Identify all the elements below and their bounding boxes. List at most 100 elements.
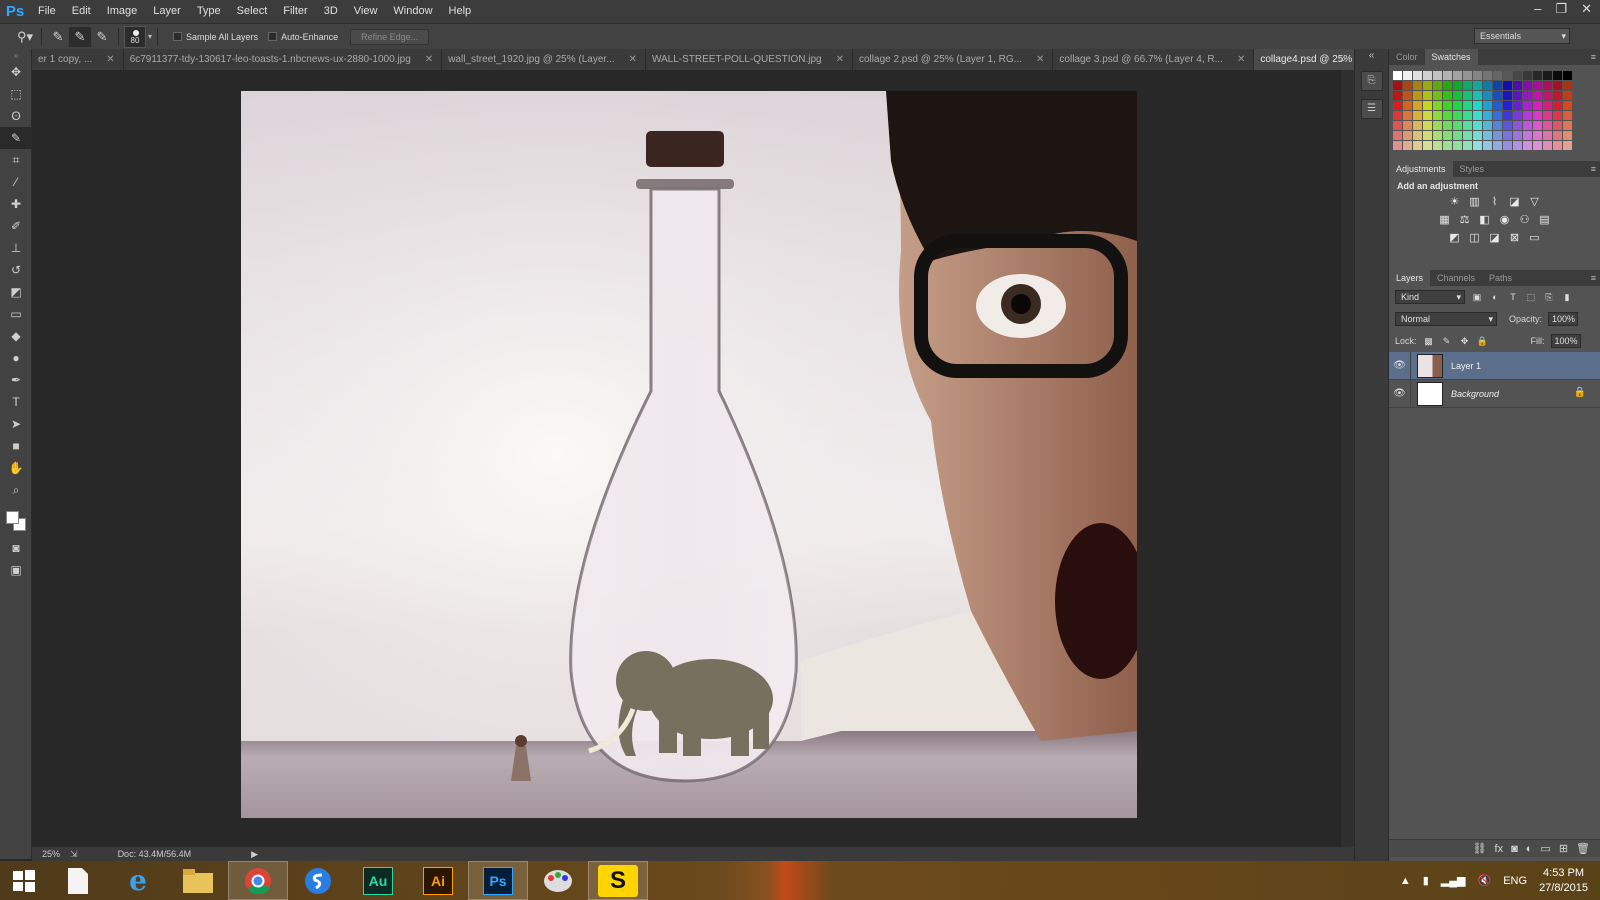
zoom-tool-icon[interactable]: ⌕ [0,479,32,501]
swatch[interactable] [1493,91,1502,100]
blur-tool-icon[interactable]: ◆ [0,325,32,347]
swatch[interactable] [1493,111,1502,120]
layer-style-icon[interactable]: fx [1495,843,1504,855]
swatch[interactable] [1453,91,1462,100]
swatch[interactable] [1533,91,1542,100]
subtract-from-selection-brush-icon[interactable]: ✎ [91,27,113,47]
new-adjustment-icon[interactable]: ◐ [1526,843,1533,855]
swatch[interactable] [1433,131,1442,140]
swatch[interactable] [1503,111,1512,120]
swatch[interactable] [1453,101,1462,110]
app-button[interactable]: S [588,861,648,900]
swatch[interactable] [1403,121,1412,130]
eyedropper-tool-icon[interactable]: ⁄ [0,171,32,193]
swatch[interactable] [1533,71,1542,80]
menu-type[interactable]: Type [189,0,229,23]
swatch[interactable] [1403,81,1412,90]
menu-view[interactable]: View [346,0,386,23]
swatch[interactable] [1423,101,1432,110]
swatch[interactable] [1523,131,1532,140]
tab-layers[interactable]: Layers [1389,270,1431,286]
swatch[interactable] [1443,101,1452,110]
swatch[interactable] [1393,91,1402,100]
swatch[interactable] [1393,111,1402,120]
swatch[interactable] [1543,141,1552,150]
new-group-icon[interactable]: ▭ [1540,842,1550,855]
threshold-icon[interactable]: ◪ [1488,231,1502,245]
swatch[interactable] [1553,131,1562,140]
file-app-button[interactable] [48,861,108,900]
menu-image[interactable]: Image [99,0,146,23]
filter-type-icon[interactable]: T [1507,291,1519,303]
clock[interactable]: 4:53 PM 27/8/2015 [1539,866,1588,896]
swatch[interactable] [1403,141,1412,150]
close-tab-icon[interactable]: ✕ [1237,49,1245,70]
collapse-toolbox-icon[interactable]: » [0,49,32,61]
document-tab[interactable]: 6c7911377-tdy-130617-leo-toasts-1.nbcnew… [124,49,443,70]
lock-position-icon[interactable]: ✥ [1459,335,1471,347]
swatch[interactable] [1413,101,1422,110]
swatch[interactable] [1543,91,1552,100]
swatch[interactable] [1553,121,1562,130]
file-explorer-button[interactable] [168,861,228,900]
swatch[interactable] [1403,131,1412,140]
zoom-level[interactable]: 25% [42,849,60,859]
swatch[interactable] [1563,121,1572,130]
status-menu-icon[interactable]: ▶ [251,849,258,860]
swatch[interactable] [1433,101,1442,110]
swatch[interactable] [1433,141,1442,150]
swatch[interactable] [1553,141,1562,150]
close-tab-icon[interactable]: ✕ [106,49,114,70]
swatch[interactable] [1533,81,1542,90]
swatch[interactable] [1453,121,1462,130]
gradient-map-icon[interactable]: ▭ [1528,231,1542,245]
volume-muted-icon[interactable]: 🔇 [1478,874,1492,887]
swatch[interactable] [1463,131,1472,140]
panel-menu-icon[interactable]: ≡ [1591,49,1596,65]
swatch[interactable] [1463,91,1472,100]
swatch[interactable] [1463,81,1472,90]
show-hidden-icons-icon[interactable]: ▲ [1400,875,1411,887]
invert-icon[interactable]: ◩ [1448,231,1462,245]
filter-pixel-icon[interactable]: ▣ [1471,291,1483,303]
swatch[interactable] [1483,141,1492,150]
illustrator-button[interactable]: Ai [408,861,468,900]
swatch[interactable] [1503,91,1512,100]
start-button[interactable] [0,861,48,900]
history-panel-icon[interactable]: ⎘ [1360,71,1383,91]
add-mask-icon[interactable]: ◙ [1511,843,1518,855]
checkbox-box[interactable] [268,32,278,41]
swatch[interactable] [1443,131,1452,140]
swatch[interactable] [1433,91,1442,100]
battery-icon[interactable]: ▮ [1423,874,1429,887]
swatch[interactable] [1563,131,1572,140]
swatch[interactable] [1403,111,1412,120]
clone-stamp-tool-icon[interactable]: ⊥ [0,237,32,259]
swatch[interactable] [1553,71,1562,80]
swatch[interactable] [1563,141,1572,150]
move-tool-icon[interactable]: ✥ [0,61,32,83]
type-tool-icon[interactable]: T [0,391,32,413]
workspace-switcher[interactable]: Essentials [1474,28,1570,44]
swatch[interactable] [1463,121,1472,130]
swatch[interactable] [1483,101,1492,110]
swatch[interactable] [1433,81,1442,90]
swatch[interactable] [1413,131,1422,140]
link-layers-icon[interactable]: ⛓ [1473,842,1487,855]
swatch[interactable] [1513,121,1522,130]
swatch[interactable] [1523,71,1532,80]
swatch[interactable] [1473,121,1482,130]
menu-layer[interactable]: Layer [145,0,189,23]
swatch[interactable] [1483,111,1492,120]
swatch[interactable] [1453,81,1462,90]
lock-image-icon[interactable]: ✎ [1441,335,1453,347]
restore-button[interactable]: ❐ [1555,0,1567,18]
sample-all-layers-checkbox[interactable]: Sample All Layers [173,32,258,42]
menu-edit[interactable]: Edit [64,0,99,23]
swatch[interactable] [1423,131,1432,140]
paint-button[interactable] [528,861,588,900]
document-tab[interactable]: collage 2.psd @ 25% (Layer 1, RG... ✕ [853,49,1054,70]
marquee-tool-icon[interactable]: ⬚ [0,83,32,105]
document-canvas[interactable] [241,91,1137,818]
visibility-eye-icon[interactable]: 👁 [1389,379,1411,408]
